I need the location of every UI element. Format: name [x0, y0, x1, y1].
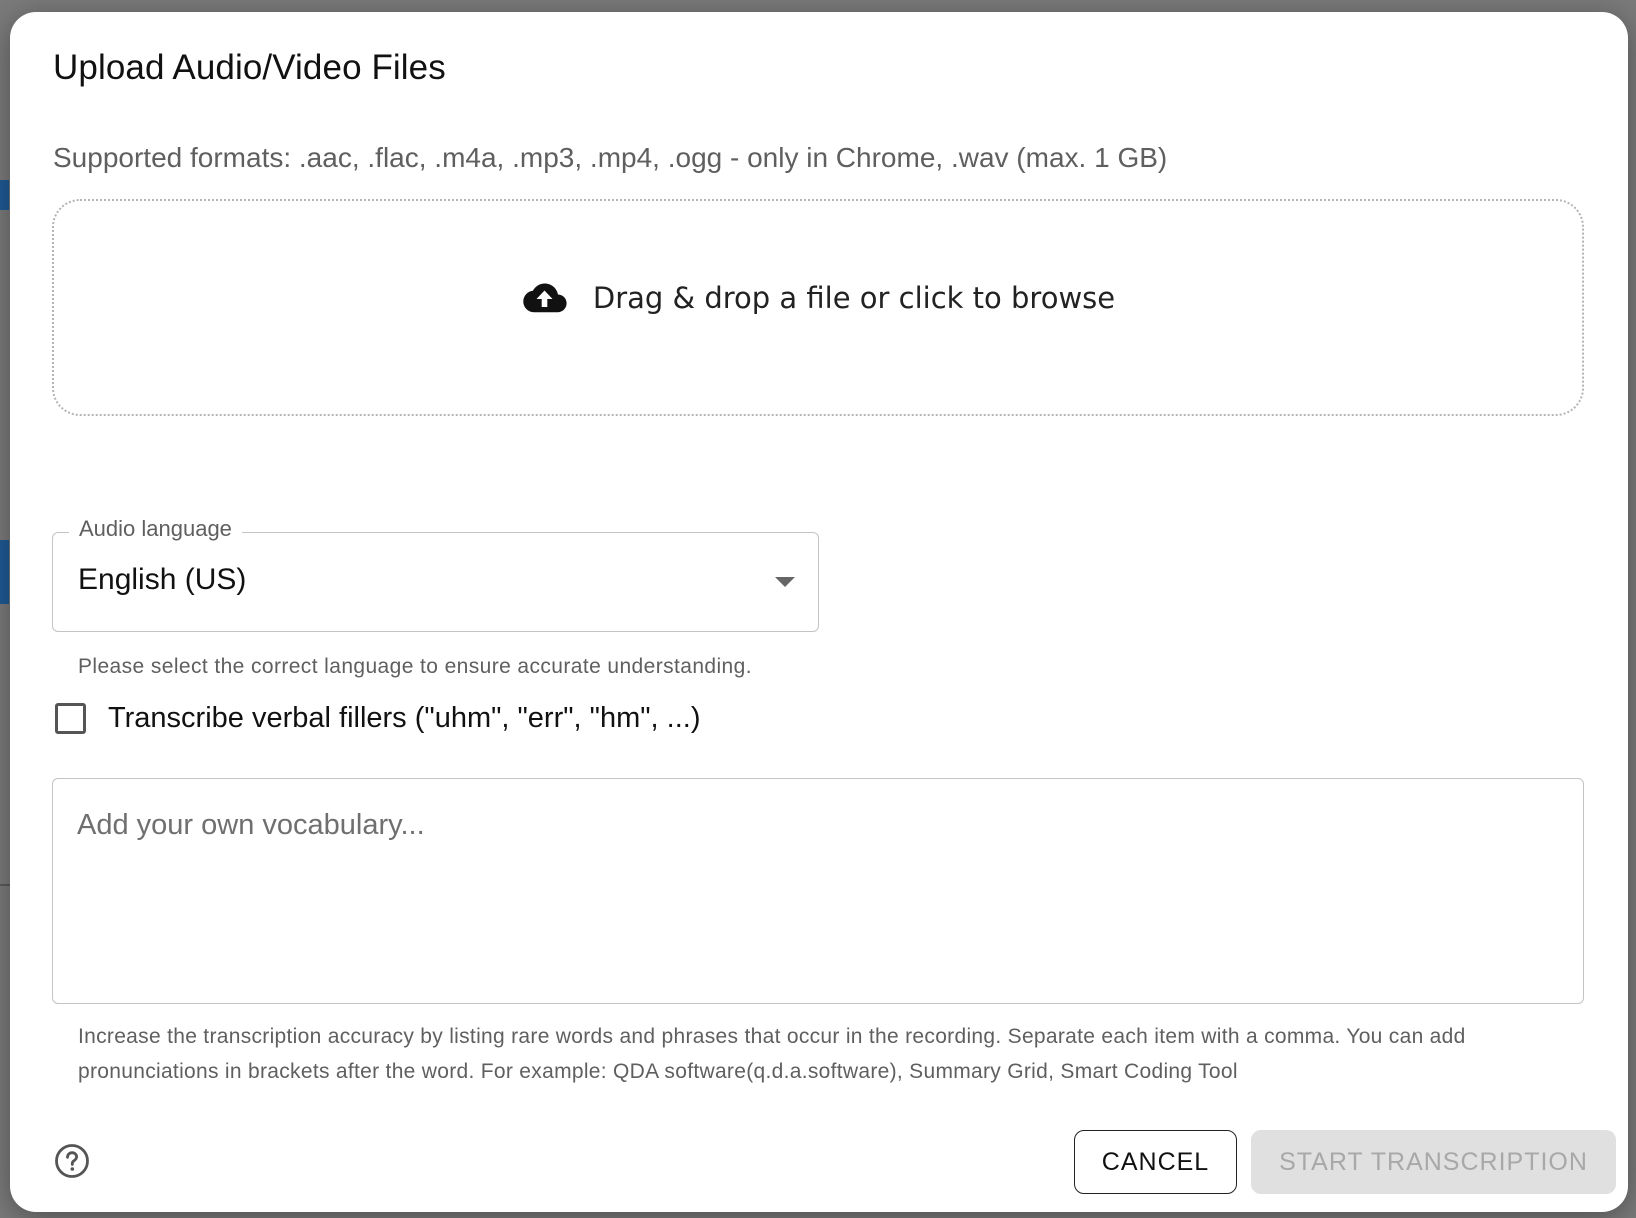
verbal-fillers-checkbox[interactable]	[55, 703, 86, 734]
upload-dialog: Upload Audio/Video Files Supported forma…	[10, 12, 1628, 1212]
cloud-upload-icon	[523, 283, 567, 313]
supported-formats-text: Supported formats: .aac, .flac, .m4a, .m…	[53, 142, 1168, 173]
verbal-fillers-label: Transcribe verbal fillers ("uhm", "err",…	[108, 702, 701, 734]
verbal-fillers-option[interactable]: Transcribe verbal fillers ("uhm", "err",…	[55, 702, 700, 735]
dropzone-content: Drag & drop a file or click to browse	[54, 281, 1582, 315]
audio-language-label: Audio language	[69, 516, 242, 542]
start-transcription-button[interactable]: START TRANSCRIPTION	[1251, 1130, 1616, 1194]
background-divider	[0, 884, 10, 886]
dropzone-label: Drag & drop a file or click to browse	[592, 281, 1116, 315]
vocabulary-input[interactable]	[52, 778, 1584, 1004]
cancel-button[interactable]: CANCEL	[1074, 1130, 1237, 1194]
dialog-title: Upload Audio/Video Files	[53, 48, 446, 87]
caret-down-icon	[775, 577, 795, 587]
help-circle-icon[interactable]	[54, 1143, 90, 1179]
audio-language-select[interactable]: Audio language English (US)	[52, 516, 819, 632]
file-dropzone[interactable]: Drag & drop a file or click to browse	[52, 199, 1584, 416]
audio-language-value: English (US)	[78, 563, 247, 596]
language-helper-text: Please select the correct language to en…	[78, 655, 752, 678]
background-app-accent	[0, 180, 9, 210]
vocabulary-helper-text: Increase the transcription accuracy by l…	[78, 1025, 1466, 1083]
background-app-accent	[0, 540, 9, 604]
